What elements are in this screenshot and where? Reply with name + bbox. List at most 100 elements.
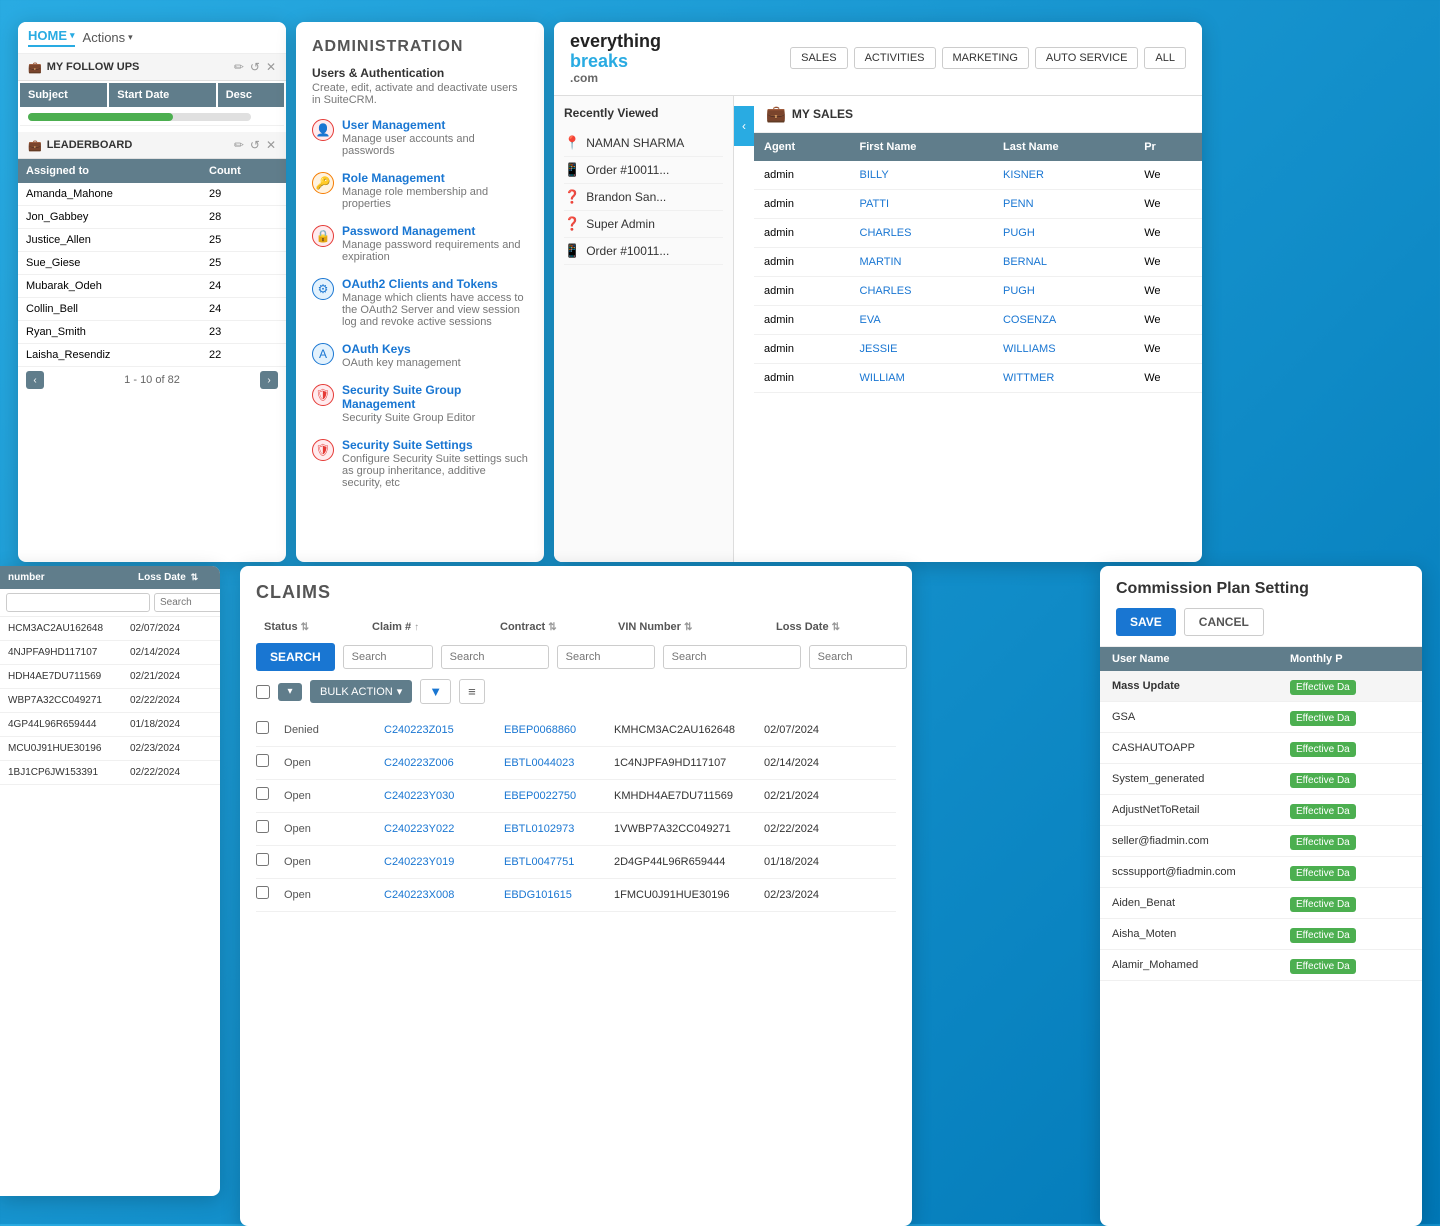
row-contract[interactable]: EBTL0047751 [504, 856, 614, 868]
sales-lastname[interactable]: WILLIAMS [993, 334, 1134, 363]
commission-username: GSA [1112, 711, 1290, 723]
row-contract[interactable]: EBDG101615 [504, 889, 614, 901]
commission-panel: Commission Plan Setting SAVE CANCEL User… [1100, 566, 1422, 1226]
eb-nav-item[interactable]: MARKETING [942, 47, 1029, 69]
vin-search-input2[interactable] [154, 593, 220, 612]
row-contract[interactable]: EBEP0022750 [504, 790, 614, 802]
sales-lastname[interactable]: BERNAL [993, 247, 1134, 276]
row-contract[interactable]: EBTL0044023 [504, 757, 614, 769]
search-contract-input[interactable] [557, 645, 655, 669]
admin-item[interactable]: 🔑 Role Management Manage role membership… [312, 171, 528, 210]
row-checkbox[interactable] [256, 853, 269, 866]
row-claim[interactable]: C240223X008 [384, 889, 504, 901]
sales-lastname[interactable]: PUGH [993, 218, 1134, 247]
sidebar-toggle-btn[interactable]: ‹ [734, 106, 754, 146]
recently-viewed-item[interactable]: 📱Order #10011... [564, 238, 723, 265]
admin-item[interactable]: 🔒 Password Management Manage password re… [312, 224, 528, 263]
row-claim[interactable]: C240223Z015 [384, 724, 504, 736]
commission-row: seller@fiadmin.com Effective Da [1100, 826, 1422, 857]
row-claim[interactable]: C240223Y019 [384, 856, 504, 868]
row-contract[interactable]: EBTL0102973 [504, 823, 614, 835]
search-loss-input[interactable] [809, 645, 907, 669]
claims-row: Denied C240223Z015 EBEP0068860 KMHCM3AC2… [256, 714, 896, 747]
recently-viewed-item[interactable]: 📱Order #10011... [564, 157, 723, 184]
logo-breaks: breaks [570, 52, 661, 72]
row-claim[interactable]: C240223Y030 [384, 790, 504, 802]
view-icon-btn[interactable]: ≡ [459, 679, 485, 704]
admin-item[interactable]: 🛡 Security Suite Settings Configure Secu… [312, 438, 528, 489]
commission-monthly: Effective Da [1290, 739, 1410, 757]
vin-search-input1[interactable] [6, 593, 150, 612]
commission-save-btn[interactable]: SAVE [1116, 608, 1176, 636]
eb-main: 💼 MY SALES AgentFirst NameLast NamePr ad… [754, 96, 1202, 562]
recently-viewed-item[interactable]: ❓Super Admin [564, 211, 723, 238]
edit-icon-lb[interactable]: ✏ [234, 138, 244, 152]
admin-item[interactable]: A OAuth Keys OAuth key management [312, 342, 528, 369]
claims-row: Open C240223Y030 EBEP0022750 KMHDH4AE7DU… [256, 780, 896, 813]
checkbox-dropdown-btn[interactable]: ▾ [278, 683, 302, 701]
tab-home[interactable]: HOME ▾ [28, 28, 75, 47]
recently-viewed-item[interactable]: ❓Brandon San... [564, 184, 723, 211]
admin-item-desc: Configure Security Suite settings such a… [342, 453, 528, 489]
vin-loss-date: 01/18/2024 [130, 719, 212, 730]
close-icon[interactable]: ✕ [266, 60, 276, 74]
eb-nav-item[interactable]: ACTIVITIES [854, 47, 936, 69]
sales-firstname[interactable]: CHARLES [850, 218, 993, 247]
sales-firstname[interactable]: JESSIE [850, 334, 993, 363]
search-claim-input[interactable] [441, 645, 549, 669]
search-status-input[interactable] [343, 645, 433, 669]
vin-number: MCU0J91HUE30196 [8, 743, 130, 754]
row-checkbox[interactable] [256, 886, 269, 899]
sales-lastname[interactable]: COSENZA [993, 305, 1134, 334]
edit-icon[interactable]: ✏ [234, 60, 244, 74]
commission-row: Aiden_Benat Effective Da [1100, 888, 1422, 919]
row-contract[interactable]: EBEP0068860 [504, 724, 614, 736]
select-all-checkbox[interactable] [256, 685, 270, 699]
commission-monthly: Effective Da [1290, 801, 1410, 819]
sales-lastname[interactable]: WITTMER [993, 363, 1134, 392]
sales-lastname[interactable]: KISNER [993, 161, 1134, 190]
eb-nav-item[interactable]: SALES [790, 47, 847, 69]
recently-viewed-item[interactable]: 📍NAMAN SHARMA [564, 130, 723, 157]
refresh-icon[interactable]: ↺ [250, 60, 260, 74]
sales-firstname[interactable]: BILLY [850, 161, 993, 190]
filter-icon-btn[interactable]: ▼ [420, 679, 451, 704]
sales-agent: admin [754, 247, 850, 276]
sales-firstname[interactable]: MARTIN [850, 247, 993, 276]
eb-nav-item[interactable]: ALL [1144, 47, 1186, 69]
row-claim[interactable]: C240223Z006 [384, 757, 504, 769]
sales-firstname[interactable]: EVA [850, 305, 993, 334]
admin-item[interactable]: ⚙ OAuth2 Clients and Tokens Manage which… [312, 277, 528, 328]
sales-firstname[interactable]: PATTI [850, 189, 993, 218]
prev-page-btn[interactable]: ‹ [26, 371, 44, 389]
row-checkbox[interactable] [256, 787, 269, 800]
admin-item-icon: ⚙ [312, 278, 334, 300]
row-checkbox[interactable] [256, 754, 269, 767]
sales-firstname[interactable]: CHARLES [850, 276, 993, 305]
sales-firstname[interactable]: WILLIAM [850, 363, 993, 392]
rv-label: NAMAN SHARMA [586, 136, 684, 150]
commission-cancel-btn[interactable]: CANCEL [1184, 608, 1264, 636]
refresh-icon-lb[interactable]: ↺ [250, 138, 260, 152]
claims-search-button[interactable]: SEARCH [256, 643, 335, 671]
next-page-btn[interactable]: › [260, 371, 278, 389]
row-checkbox[interactable] [256, 721, 269, 734]
vin-loss-date: 02/22/2024 [130, 695, 212, 706]
commission-username: Aisha_Moten [1112, 928, 1290, 940]
search-vin-input[interactable] [663, 645, 801, 669]
bulk-action-btn[interactable]: BULK ACTION ▾ [310, 680, 412, 703]
row-claim[interactable]: C240223Y022 [384, 823, 504, 835]
sales-lastname[interactable]: PUGH [993, 276, 1134, 305]
leaderboard-icon: 💼 [28, 139, 42, 152]
admin-item[interactable]: 👤 User Management Manage user accounts a… [312, 118, 528, 157]
close-icon-lb[interactable]: ✕ [266, 138, 276, 152]
followup-col-desc: Desc [218, 83, 284, 107]
recently-viewed-title: Recently Viewed [564, 106, 723, 120]
admin-item[interactable]: 🛡 Security Suite Group Management Securi… [312, 383, 528, 424]
sales-lastname[interactable]: PENN [993, 189, 1134, 218]
eb-nav-item[interactable]: AUTO SERVICE [1035, 47, 1139, 69]
row-checkbox[interactable] [256, 820, 269, 833]
claims-header-row: Status ⇅ Claim # ↑ Contract ⇅ VIN Number… [256, 615, 896, 639]
tab-actions[interactable]: Actions ▾ [83, 30, 133, 45]
leaderboard-row: Sue_Giese25 [18, 252, 286, 275]
